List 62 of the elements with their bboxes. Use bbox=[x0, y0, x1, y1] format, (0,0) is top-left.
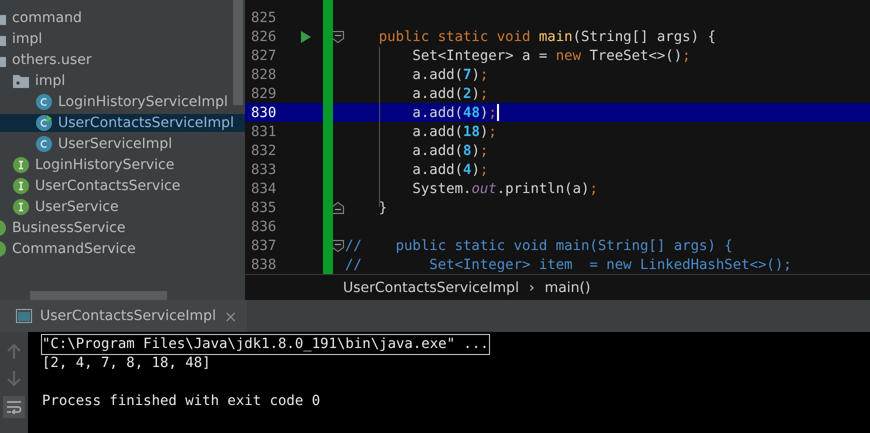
console-icon bbox=[16, 309, 32, 323]
tree-item[interactable]: BusinessService bbox=[0, 219, 245, 237]
code-line: // public static void main(String[] args) { bbox=[345, 238, 733, 254]
tree-item[interactable]: impl bbox=[0, 72, 245, 90]
line-number: 830 bbox=[250, 104, 278, 120]
code-line: a.add(4); bbox=[411, 162, 488, 178]
run-icon[interactable] bbox=[301, 30, 311, 42]
scrollbar[interactable] bbox=[30, 291, 167, 300]
tree-item[interactable]: UserContactsService bbox=[0, 177, 245, 195]
class-icon bbox=[36, 115, 52, 131]
wrap-icon bbox=[6, 400, 22, 414]
line-number: 837 bbox=[250, 238, 278, 254]
breadcrumb[interactable]: main() bbox=[544, 280, 590, 296]
line-number: 826 bbox=[250, 28, 278, 44]
tree-item[interactable]: LoginHistoryService bbox=[0, 156, 245, 174]
line-number: 834 bbox=[250, 180, 278, 196]
line-number: 836 bbox=[250, 218, 278, 234]
soft-wrap-button[interactable] bbox=[3, 396, 25, 418]
console-line: Process finished with exit code 0 bbox=[42, 392, 322, 411]
code-line: Set<Integer> a = new TreeSet<>(); bbox=[411, 48, 691, 64]
line-number: 832 bbox=[250, 142, 278, 158]
text-cursor bbox=[496, 104, 499, 121]
line-number: 835 bbox=[250, 200, 278, 216]
interface-icon bbox=[13, 157, 29, 173]
code-line: a.add(8); bbox=[411, 142, 488, 158]
code-line: // Set<Integer> item = new LinkedHashSet<>(); bbox=[345, 256, 792, 272]
console-line: [2, 4, 7, 8, 18, 48] bbox=[42, 354, 212, 373]
code-line: a.add(48); bbox=[411, 104, 499, 121]
fold-icon[interactable] bbox=[332, 240, 344, 252]
class-icon bbox=[36, 136, 52, 152]
code-line: System.out.println(a); bbox=[411, 180, 598, 196]
line-number: 833 bbox=[250, 162, 278, 178]
line-number: 829 bbox=[250, 86, 278, 102]
breadcrumb[interactable]: › bbox=[528, 280, 535, 296]
folder-icon bbox=[13, 73, 29, 89]
tree-item[interactable]: others.user bbox=[0, 51, 245, 69]
code-line: public static void main(String[] args) { bbox=[378, 28, 716, 44]
tree-item[interactable]: impl bbox=[0, 30, 245, 48]
interface-icon bbox=[13, 199, 29, 215]
line-number: 838 bbox=[250, 256, 278, 272]
tree-item[interactable]: command bbox=[0, 9, 245, 27]
interface-icon bbox=[13, 178, 29, 194]
code-line: a.add(18); bbox=[411, 124, 497, 140]
line-number: 827 bbox=[250, 48, 278, 64]
tree-item[interactable]: UserService bbox=[0, 198, 245, 216]
run-tab[interactable]: UserContactsServiceImpl × bbox=[0, 300, 248, 332]
line-number: 825 bbox=[250, 10, 278, 26]
class-icon bbox=[36, 94, 52, 110]
fold-icon[interactable] bbox=[332, 202, 344, 214]
tree-item[interactable]: LoginHistoryServiceImpl bbox=[0, 93, 245, 111]
console-line: "C:\Program Files\Java\jdk1.8.0_191\bin\java.exe" ... bbox=[42, 335, 489, 354]
tree-item[interactable]: CommandService bbox=[0, 240, 245, 258]
breadcrumb[interactable]: UserContactsServiceImpl bbox=[343, 280, 519, 296]
scrollbar[interactable] bbox=[233, 0, 243, 105]
fold-icon[interactable] bbox=[332, 30, 344, 42]
line-number: 831 bbox=[250, 124, 278, 140]
code-line: a.add(2); bbox=[411, 86, 488, 102]
line-number: 828 bbox=[250, 66, 278, 82]
tree-item[interactable]: UserContactsServiceImpl bbox=[0, 114, 245, 132]
code-line: } bbox=[378, 200, 388, 216]
code-line: a.add(7); bbox=[411, 66, 488, 82]
tree-item[interactable]: UserServiceImpl bbox=[0, 135, 245, 153]
